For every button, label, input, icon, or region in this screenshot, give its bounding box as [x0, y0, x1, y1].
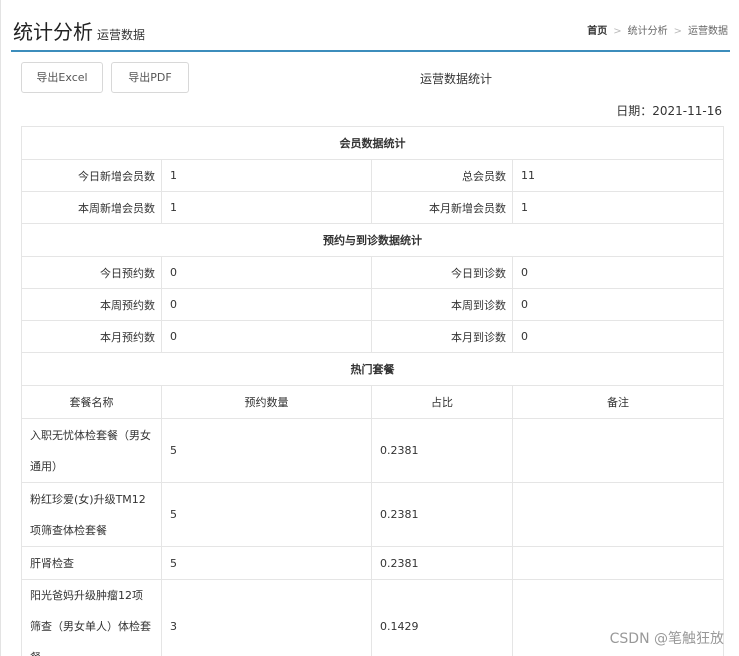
stat-label: 今日新增会员数 [21, 159, 162, 192]
visit-section-title: 预约与到诊数据统计 [21, 223, 724, 257]
package-note [512, 418, 724, 483]
export-excel-button[interactable]: 导出Excel [21, 62, 103, 93]
stat-value: 1 [512, 191, 724, 224]
chevron-right-icon: > [673, 26, 682, 37]
table-row: 今日新增会员数 1 总会员数 11 [21, 159, 724, 192]
column-header-note: 备注 [512, 385, 724, 419]
visit-section-header: 预约与到诊数据统计 [21, 223, 724, 257]
hot-section-header: 热门套餐 [21, 352, 724, 386]
table-row: 本周预约数 0 本周到诊数 0 [21, 288, 724, 321]
package-count: 5 [161, 418, 372, 483]
package-name: 粉红珍爱(女)升级TM12项筛查体检套餐 [21, 482, 162, 547]
package-name: 肝肾检查 [21, 546, 162, 580]
table-row: 肝肾检查 5 0.2381 [21, 546, 724, 580]
report-date: 日期：2021-11-16 [616, 104, 722, 118]
package-ratio: 0.2381 [371, 546, 513, 580]
stat-value: 0 [161, 256, 372, 289]
stat-label: 本月新增会员数 [371, 191, 513, 224]
member-section-title: 会员数据统计 [21, 126, 724, 160]
package-name: 入职无忧体检套餐（男女通用） [21, 418, 162, 483]
stat-label: 今日到诊数 [371, 256, 513, 289]
stat-value: 0 [512, 288, 724, 321]
stat-label: 总会员数 [371, 159, 513, 192]
watermark: CSDN @笔触狂放 [609, 631, 724, 647]
package-count: 5 [161, 482, 372, 547]
export-pdf-button[interactable]: 导出PDF [111, 62, 189, 93]
stat-label: 本月到诊数 [371, 320, 513, 353]
package-note [512, 546, 724, 580]
page-subtitle: 运营数据 [97, 28, 146, 42]
stat-label: 今日预约数 [21, 256, 162, 289]
package-name: 阳光爸妈升级肿瘤12项筛查（男女单人）体检套餐 [21, 579, 162, 656]
column-header-ratio: 占比 [371, 385, 513, 419]
stat-value: 0 [161, 320, 372, 353]
report-table: 会员数据统计 今日新增会员数 1 总会员数 11 本周新增会员数 1 本月新增会… [21, 126, 724, 656]
table-row: 本月预约数 0 本月到诊数 0 [21, 320, 724, 353]
page-title: 统计分析 运营数据 [13, 16, 145, 45]
table-row: 本周新增会员数 1 本月新增会员数 1 [21, 191, 724, 224]
package-ratio: 0.1429 [371, 579, 513, 656]
table-row: 今日预约数 0 今日到诊数 0 [21, 256, 724, 289]
stat-value: 0 [512, 320, 724, 353]
breadcrumb-home[interactable]: 首页 [587, 26, 607, 37]
hot-column-headers: 套餐名称 预约数量 占比 备注 [21, 385, 724, 419]
package-count: 5 [161, 546, 372, 580]
column-header-name: 套餐名称 [21, 385, 162, 419]
table-row: 粉红珍爱(女)升级TM12项筛查体检套餐 5 0.2381 [21, 482, 724, 547]
stat-label: 本周新增会员数 [21, 191, 162, 224]
stat-label: 本周预约数 [21, 288, 162, 321]
stat-value: 11 [512, 159, 724, 192]
package-count: 3 [161, 579, 372, 656]
breadcrumb-stats[interactable]: 统计分析 [628, 26, 668, 37]
member-section-header: 会员数据统计 [21, 126, 724, 160]
hot-section-title: 热门套餐 [21, 352, 724, 386]
package-ratio: 0.2381 [371, 482, 513, 547]
stat-label: 本月预约数 [21, 320, 162, 353]
page-title-text: 统计分析 [13, 20, 93, 44]
stat-value: 0 [161, 288, 372, 321]
stat-value: 1 [161, 159, 372, 192]
package-note [512, 482, 724, 547]
report-title: 运营数据统计 [419, 72, 492, 86]
package-ratio: 0.2381 [371, 418, 513, 483]
stat-value: 0 [512, 256, 724, 289]
stat-value: 1 [161, 191, 372, 224]
breadcrumb: 首页 > 统计分析 > 运营数据 [587, 22, 728, 37]
chevron-right-icon: > [613, 26, 622, 37]
page-header: 统计分析 运营数据 首页 > 统计分析 > 运营数据 [11, 10, 730, 52]
table-row: 入职无忧体检套餐（男女通用） 5 0.2381 [21, 418, 724, 483]
breadcrumb-current: 运营数据 [688, 26, 728, 37]
column-header-count: 预约数量 [161, 385, 372, 419]
page-frame: 统计分析 运营数据 首页 > 统计分析 > 运营数据 导出Excel 导出PDF 运营数据… [0, 0, 739, 656]
stat-label: 本周到诊数 [371, 288, 513, 321]
